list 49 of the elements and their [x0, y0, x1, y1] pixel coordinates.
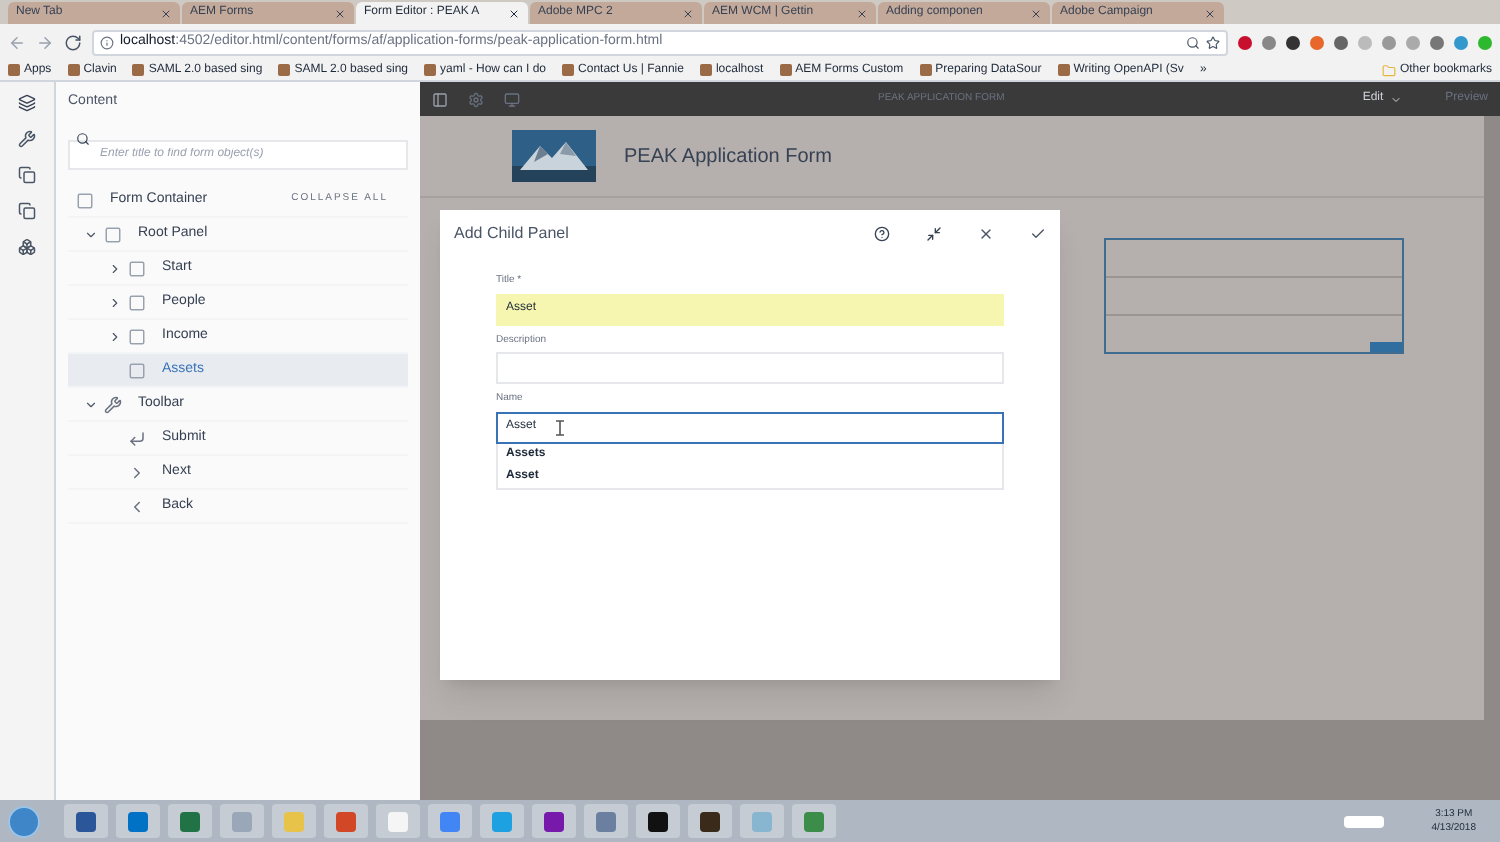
bookmark-icon — [919, 64, 932, 76]
submit-icon — [128, 429, 146, 447]
dialog-title: Add Child Panel — [454, 222, 571, 246]
folder-icon — [1381, 63, 1396, 77]
taskbar-app-icon[interactable] — [688, 804, 732, 838]
bookmark-icon — [132, 64, 145, 76]
form-title: PEAK Application Form — [624, 143, 832, 171]
star-icon[interactable] — [1206, 35, 1220, 49]
search-icon — [76, 132, 90, 146]
chevron-left-icon — [128, 497, 146, 515]
bookmark-icon — [67, 64, 80, 76]
settings-icon[interactable] — [468, 91, 484, 107]
info-icon — [100, 35, 114, 49]
caret-icon — [1389, 93, 1402, 105]
expand-icon[interactable] — [108, 329, 122, 343]
close-icon[interactable] — [508, 7, 520, 19]
bookmark-icon — [8, 64, 20, 76]
expand-icon[interactable] — [108, 261, 122, 275]
toolbar-icon — [104, 395, 122, 413]
search-icon[interactable] — [1186, 35, 1200, 49]
close-icon[interactable] — [978, 226, 994, 242]
taskbar-app-icon[interactable] — [532, 804, 576, 838]
input-field[interactable] — [496, 352, 1004, 384]
bookmark-icon — [1057, 64, 1070, 76]
layers-icon[interactable] — [18, 94, 36, 112]
boxes-icon[interactable] — [18, 238, 36, 256]
fullscreen-icon[interactable] — [926, 226, 942, 242]
monitor-icon[interactable] — [504, 91, 520, 107]
text-cursor-icon — [556, 419, 565, 435]
taskbar-app-icon[interactable] — [636, 804, 680, 838]
chevron-right-icon — [128, 463, 146, 481]
sidebar-toggle-icon[interactable] — [432, 91, 448, 107]
wrench-icon[interactable] — [18, 130, 36, 148]
reload-icon[interactable] — [64, 33, 82, 51]
check-icon[interactable] — [1030, 226, 1046, 242]
help-icon[interactable] — [874, 226, 890, 242]
bookmark-icon — [424, 64, 436, 76]
bookmark-icon — [699, 64, 712, 76]
bookmark-icon — [278, 64, 291, 76]
start-button[interactable] — [8, 805, 40, 837]
expand-icon[interactable] — [108, 295, 122, 309]
container-icon — [76, 191, 94, 209]
collapse-icon[interactable] — [84, 397, 98, 411]
copy-icon[interactable] — [18, 166, 36, 184]
collapse-icon[interactable] — [84, 227, 98, 241]
copy-icon[interactable] — [18, 202, 36, 220]
panel-tag — [1370, 342, 1402, 352]
bookmark-icon — [779, 64, 792, 76]
bookmark-icon — [562, 64, 575, 76]
